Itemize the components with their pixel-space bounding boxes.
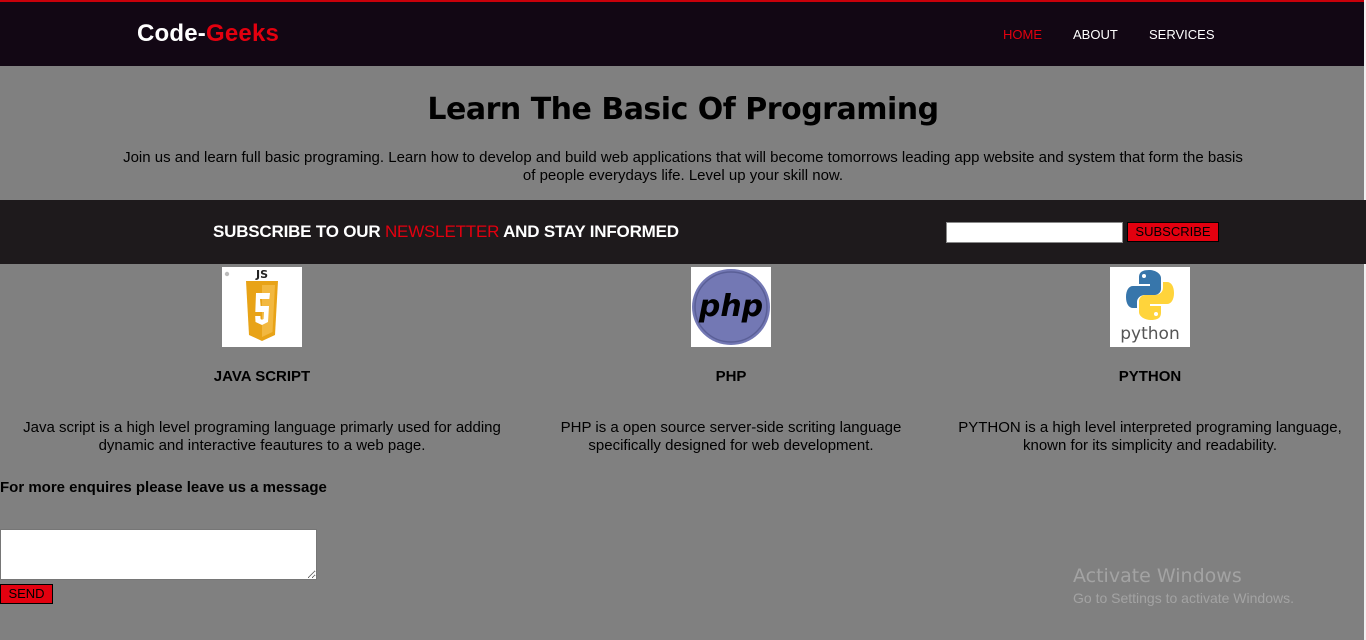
javascript-logo-label: JS <box>255 268 268 281</box>
php-logo-icon: php <box>691 267 771 347</box>
card-description-javascript: Java script is a high level programing l… <box>23 419 501 454</box>
activate-windows-title: Activate Windows <box>1073 565 1242 587</box>
message-prompt-label: For more enquires please leave us a mess… <box>0 479 327 496</box>
newsletter-bar: SUBSCRIBE TO OUR NEWSLETTER AND STAY INF… <box>0 200 1366 264</box>
site-logo[interactable]: Code-Geeks <box>137 20 279 48</box>
newsletter-heading-highlight: NEWSLETTER <box>384 222 500 241</box>
site-header: Code-Geeks HOME ABOUT SERVICES <box>0 0 1364 66</box>
activate-windows-subtitle: Go to Settings to activate Windows. <box>1073 590 1294 606</box>
card-title-javascript: JAVA SCRIPT <box>213 368 311 385</box>
message-textarea[interactable] <box>0 529 317 580</box>
logo-primary-text: Code- <box>137 20 206 47</box>
nav-about-link[interactable]: ABOUT <box>1073 27 1118 42</box>
newsletter-email-input[interactable] <box>946 222 1123 243</box>
subscribe-button[interactable]: SUBSCRIBE <box>1127 222 1219 242</box>
page: Code-Geeks HOME ABOUT SERVICES Learn The… <box>0 0 1366 640</box>
hero-title: Learn The Basic Of Programing <box>427 92 939 127</box>
newsletter-heading-after: AND STAY INFORMED <box>503 222 679 241</box>
nav-home-link[interactable]: HOME <box>1003 27 1042 42</box>
nav-services-link[interactable]: SERVICES <box>1149 27 1215 42</box>
logo-accent-text: Geeks <box>206 20 280 47</box>
javascript-logo-icon: JS <box>222 267 302 347</box>
javascript-logo-graphic: JS <box>222 267 302 347</box>
card-description-php: PHP is a open source server-side scritin… <box>560 419 902 454</box>
hero-description: Join us and learn full basic programing.… <box>123 149 1243 184</box>
python-logo-icon: python <box>1110 267 1190 347</box>
php-logo-graphic: php <box>691 267 771 347</box>
card-title-php: PHP <box>715 368 747 385</box>
newsletter-heading-before: SUBSCRIBE TO OUR <box>213 222 381 241</box>
newsletter-heading: SUBSCRIBE TO OUR NEWSLETTER AND STAY INF… <box>213 222 679 242</box>
php-logo-label: php <box>698 289 763 324</box>
python-logo-label: python <box>1120 324 1179 344</box>
card-title-python: PYTHON <box>1118 368 1182 385</box>
card-description-python: PYTHON is a high level interpreted progr… <box>958 419 1342 454</box>
python-logo-graphic: python <box>1110 267 1190 347</box>
send-button[interactable]: SEND <box>0 584 53 604</box>
